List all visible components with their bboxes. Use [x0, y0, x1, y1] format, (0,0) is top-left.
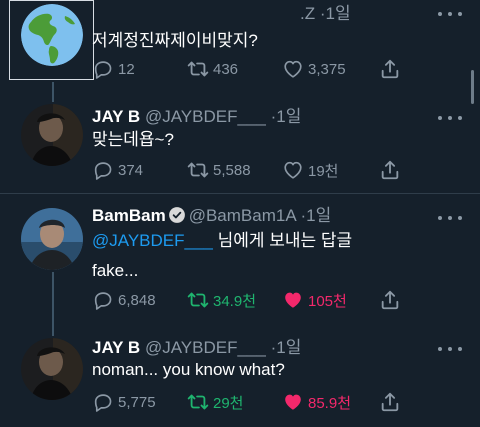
like-icon	[282, 58, 304, 80]
tweet-3[interactable]: BamBam @BamBam1A ·1일 @JAYBDEF___ 님에게 보내는 …	[0, 200, 480, 330]
share-button[interactable]	[379, 159, 405, 181]
globe-icon	[21, 4, 83, 66]
reply-count: 12	[118, 60, 135, 78]
tweet-header: JAY B @JAYBDEF___ ·1일	[92, 107, 420, 127]
retweet-count: 29천	[213, 394, 244, 412]
scrollbar[interactable]	[471, 70, 474, 104]
retweet-button[interactable]: 436	[187, 58, 238, 80]
reply-icon	[92, 58, 114, 80]
tweet-time[interactable]: 1일	[276, 107, 301, 126]
retweet-button[interactable]: 34.9천	[187, 289, 256, 311]
tweet-actions: 6,848 34.9천 105천	[92, 289, 412, 311]
retweet-icon	[187, 159, 209, 181]
share-icon	[379, 289, 401, 311]
reply-button[interactable]: 5,775	[92, 391, 156, 413]
more-icon[interactable]	[438, 114, 462, 122]
avatar-photo	[21, 104, 83, 166]
tweet-header: JAY B @JAYBDEF___ ·1일	[92, 338, 420, 358]
display-name[interactable]: JAY B	[92, 338, 140, 357]
tweet-1[interactable]: .Z ·1일 저계정진짜제이비맞지? 12 436 3,375	[0, 0, 480, 92]
retweet-count: 436	[213, 60, 239, 78]
reply-count: 6,848	[118, 291, 156, 309]
more-icon[interactable]	[438, 345, 462, 353]
handle-tail: .Z	[300, 4, 316, 23]
like-count: 3,375	[308, 60, 346, 78]
tweet-text: 저계정진짜제이비맞지?	[92, 31, 258, 50]
tweet-4[interactable]: JAY B @JAYBDEF___ ·1일 noman... you know …	[0, 338, 480, 427]
retweet-count: 34.9천	[213, 292, 256, 310]
like-count: 105천	[308, 292, 347, 310]
tweet-time[interactable]: 1일	[326, 4, 351, 23]
reply-button[interactable]: 374	[92, 159, 143, 181]
more-icon[interactable]	[438, 10, 462, 18]
share-button[interactable]	[379, 289, 405, 311]
share-icon	[379, 58, 401, 80]
avatar-jayb[interactable]	[21, 104, 83, 166]
like-icon	[282, 159, 304, 181]
avatar-globe[interactable]	[21, 4, 83, 66]
retweet-count: 5,588	[213, 161, 251, 179]
avatar-bambam[interactable]	[21, 208, 83, 270]
like-button[interactable]: 3,375	[282, 58, 346, 80]
avatar-jayb[interactable]	[21, 338, 83, 400]
reply-button[interactable]: 6,848	[92, 289, 156, 311]
like-button[interactable]: 85.9천	[282, 391, 351, 413]
tweet-actions: 12 436 3,375	[92, 58, 412, 80]
display-name[interactable]: BamBam	[92, 206, 166, 225]
avatar-photo	[21, 208, 83, 270]
reply-icon	[92, 159, 114, 181]
divider	[0, 193, 480, 194]
tweet-time[interactable]: 1일	[276, 338, 301, 357]
share-button[interactable]	[379, 391, 405, 413]
tweet-header: .Z ·1일	[300, 4, 420, 24]
tweet-time[interactable]: 1일	[306, 206, 331, 225]
like-filled-icon	[282, 289, 304, 311]
like-count: 19천	[308, 162, 339, 180]
tweet-header: BamBam @BamBam1A ·1일	[92, 206, 420, 226]
handle[interactable]: @JAYBDEF___	[145, 338, 266, 357]
tweet-2[interactable]: JAY B @JAYBDEF___ ·1일 맞는데욥~? 374 5,588 1…	[0, 104, 480, 192]
tweet-actions: 374 5,588 19천	[92, 159, 412, 181]
mention-link[interactable]: @JAYBDEF___	[92, 231, 213, 250]
reply-icon	[92, 289, 114, 311]
retweet-icon	[187, 58, 209, 80]
like-filled-icon	[282, 391, 304, 413]
like-count: 85.9천	[308, 394, 351, 412]
reply-note: 님에게 보내는 답글	[217, 231, 353, 250]
share-icon	[379, 391, 401, 413]
display-name[interactable]: JAY B	[92, 107, 140, 126]
share-icon	[379, 159, 401, 181]
tweet-text: noman... you know what?	[92, 360, 285, 379]
retweet-button[interactable]: 5,588	[187, 159, 251, 181]
retweet-icon	[187, 289, 209, 311]
reply-count: 5,775	[118, 393, 156, 411]
like-button[interactable]: 105천	[282, 289, 347, 311]
handle[interactable]: @JAYBDEF___	[145, 107, 266, 126]
reply-context: @JAYBDEF___ 님에게 보내는 답글	[92, 230, 450, 252]
reply-button[interactable]: 12	[92, 58, 135, 80]
tweet-text: 맞는데욥~?	[92, 130, 174, 149]
reply-icon	[92, 391, 114, 413]
verified-badge-icon	[168, 207, 185, 223]
reply-count: 374	[118, 161, 144, 179]
retweet-icon	[187, 391, 209, 413]
tweet-actions: 5,775 29천 85.9천	[92, 391, 412, 413]
handle[interactable]: @BamBam1A	[189, 206, 296, 225]
retweet-button[interactable]: 29천	[187, 391, 244, 413]
share-button[interactable]	[379, 58, 405, 80]
more-icon[interactable]	[438, 214, 462, 222]
avatar-photo	[21, 338, 83, 400]
tweet-text: fake...	[92, 261, 139, 280]
like-button[interactable]: 19천	[282, 159, 339, 181]
